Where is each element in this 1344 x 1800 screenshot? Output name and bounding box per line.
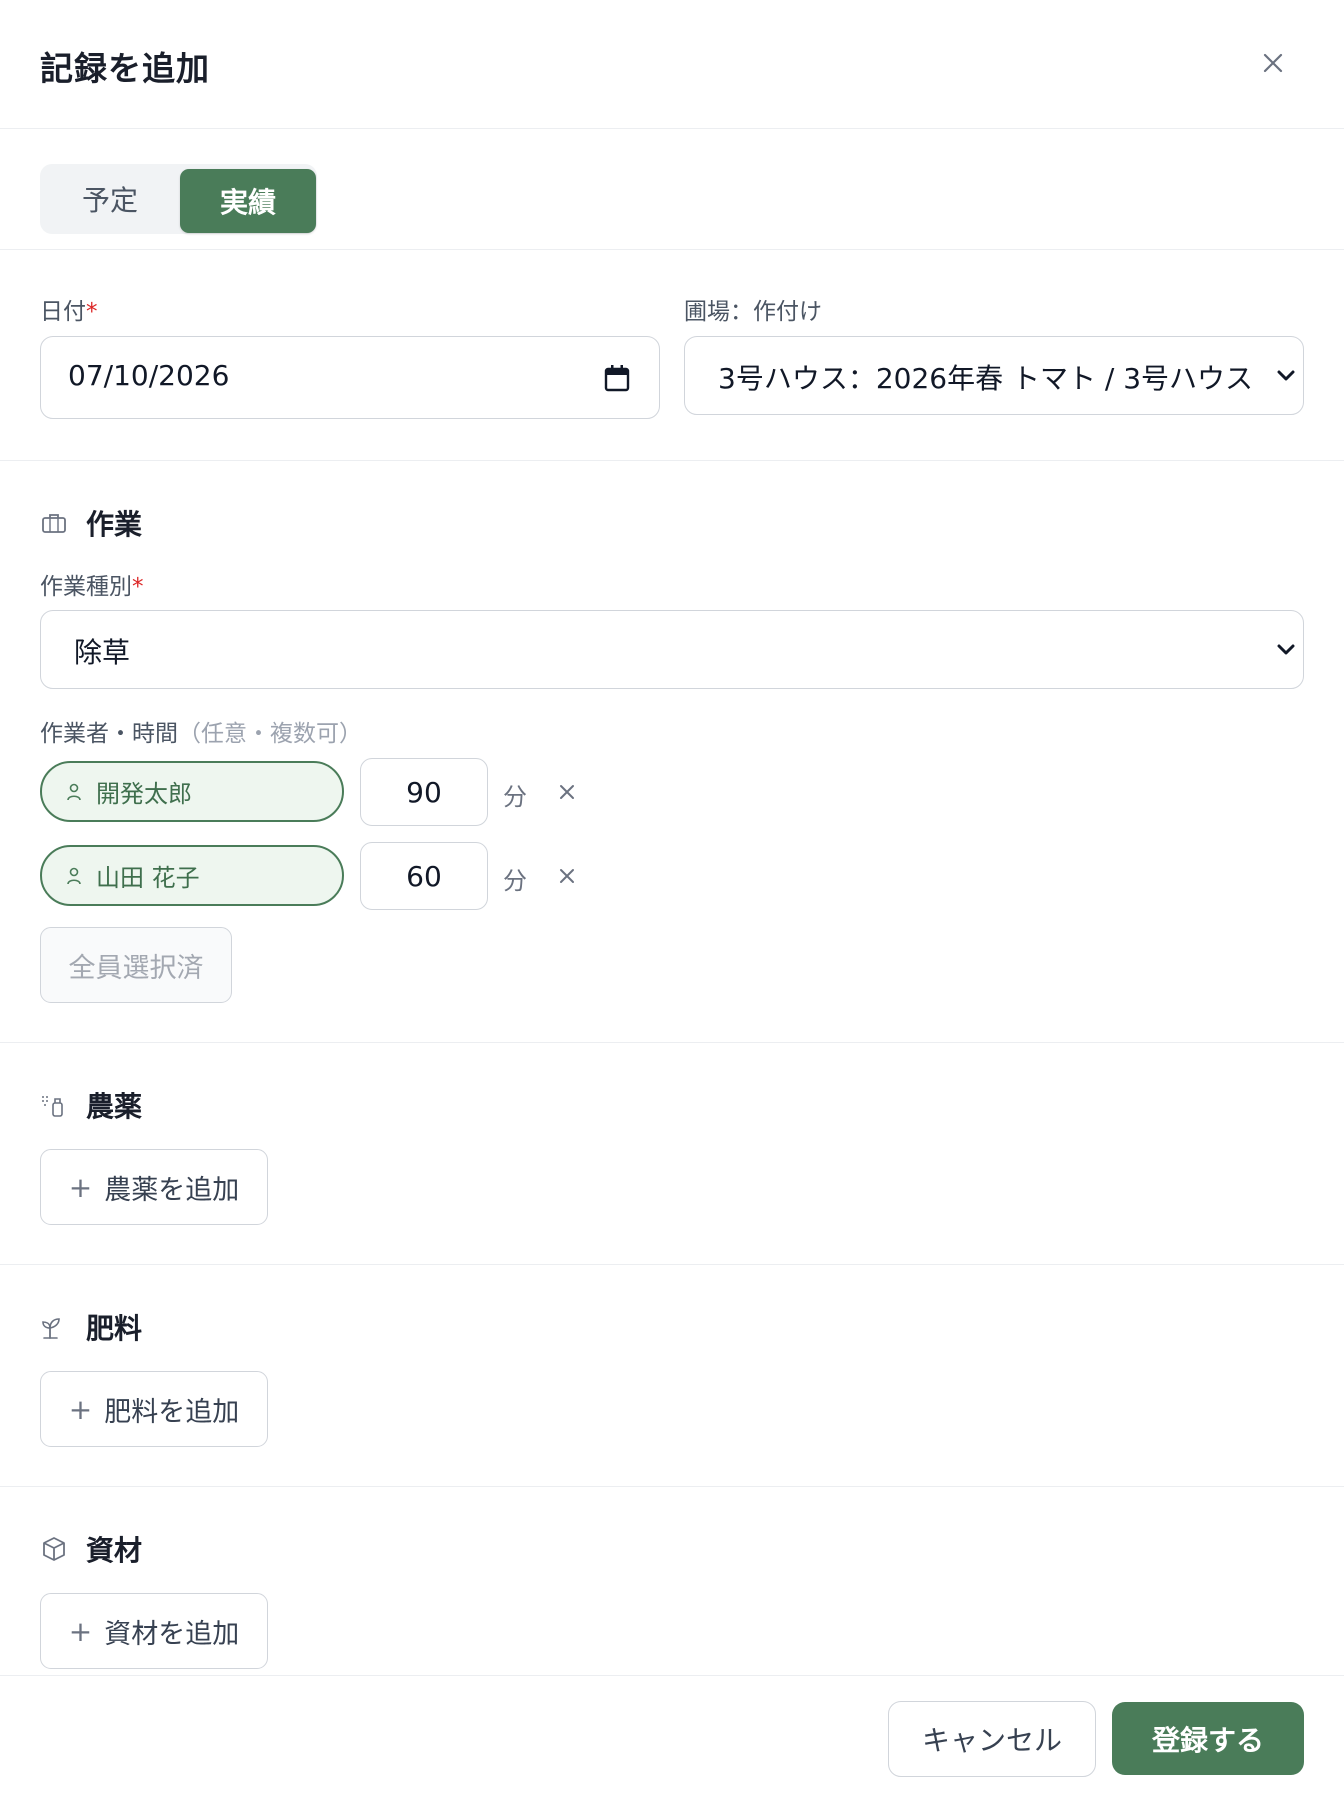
worker-chip[interactable]: 山田 花子 xyxy=(40,845,344,906)
dialog-title: 記録を追加 xyxy=(40,49,210,88)
plot-select[interactable]: 3号ハウス：2026年春 トマト / 3号ハウス xyxy=(684,336,1304,415)
toggle-actual[interactable]: 実績 xyxy=(180,169,316,233)
plot-label: 圃場：作付け xyxy=(684,299,822,325)
work-header: 作業 xyxy=(40,503,142,543)
add-fertilizer-button[interactable]: + 肥料を追加 xyxy=(40,1371,268,1447)
fertilizer-section: 肥料 + 肥料を追加 xyxy=(0,1265,1344,1487)
materials-title: 資材 xyxy=(86,1534,143,1567)
toggle-plan[interactable]: 予定 xyxy=(40,164,180,234)
plus-icon: + xyxy=(68,1170,93,1204)
mode-toggle-section: 予定 実績 xyxy=(0,129,1344,250)
close-icon xyxy=(560,869,574,883)
close-icon xyxy=(560,785,574,799)
minutes-input[interactable]: 90 xyxy=(360,758,488,826)
fertilizer-header: 肥料 xyxy=(40,1307,142,1347)
dialog-header: 記録を追加 xyxy=(0,0,1344,129)
date-plot-section: 日付* 07/10/2026 圃場：作付け 3号ハウス：2026年春 トマト /… xyxy=(0,250,1344,461)
user-icon xyxy=(67,867,81,884)
worker-name: 開発太郎 xyxy=(96,780,192,808)
package-icon xyxy=(40,1535,68,1563)
add-materials-label: 資材を追加 xyxy=(104,1618,240,1650)
work-type-select[interactable]: 除草 xyxy=(40,610,1304,689)
plus-icon: + xyxy=(68,1614,93,1648)
date-label: 日付* xyxy=(40,292,98,326)
plot-value: 3号ハウス：2026年春 トマト / 3号ハウス xyxy=(718,362,1254,395)
worker-name: 山田 花子 xyxy=(96,864,200,892)
work-title: 作業 xyxy=(86,508,143,541)
work-section: 作業 作業種別* 除草 作業者・時間（任意・複数可） 開発太郎 90 分 山田 … xyxy=(0,461,1344,1043)
pesticide-section: 農薬 + 農薬を追加 xyxy=(0,1043,1344,1265)
mode-toggle: 予定 実績 xyxy=(40,164,317,234)
all-selected-button: 全員選択済 xyxy=(40,927,232,1003)
pesticide-header: 農薬 xyxy=(40,1085,142,1125)
materials-section: 資材 + 資材を追加 xyxy=(0,1487,1344,1675)
remove-worker-button[interactable] xyxy=(554,863,580,889)
minutes-unit: 分 xyxy=(503,783,527,811)
minutes-unit: 分 xyxy=(503,867,527,895)
workers-hint: （任意・複数可） xyxy=(178,721,362,747)
remove-worker-button[interactable] xyxy=(554,779,580,805)
required-mark: * xyxy=(86,299,98,325)
close-icon xyxy=(1263,53,1283,73)
close-button[interactable] xyxy=(1256,46,1290,80)
briefcase-icon xyxy=(40,509,68,537)
workers-label-text: 作業者・時間 xyxy=(40,721,178,747)
chevron-down-icon xyxy=(1277,644,1295,655)
work-type-label-text: 作業種別 xyxy=(40,574,132,600)
add-materials-button[interactable]: + 資材を追加 xyxy=(40,1593,268,1669)
work-type-label: 作業種別* xyxy=(40,567,144,601)
chevron-down-icon xyxy=(1277,370,1295,381)
add-pesticide-button[interactable]: + 農薬を追加 xyxy=(40,1149,268,1225)
date-value: 07/10/2026 xyxy=(68,359,230,392)
required-mark: * xyxy=(132,574,144,600)
workers-label: 作業者・時間（任意・複数可） xyxy=(40,714,362,748)
add-pesticide-label: 農薬を追加 xyxy=(104,1174,240,1206)
plus-icon: + xyxy=(68,1392,93,1426)
date-label-text: 日付 xyxy=(40,299,86,325)
materials-header: 資材 xyxy=(40,1529,142,1569)
add-record-dialog: 記録を追加 予定 実績 日付* 07/10/2026 圃場：作付け 3号ハウス：… xyxy=(0,0,1344,1800)
sprout-icon xyxy=(40,1313,68,1341)
dialog-footer: キャンセル 登録する xyxy=(0,1675,1344,1800)
minutes-input[interactable]: 60 xyxy=(360,842,488,910)
add-fertilizer-label: 肥料を追加 xyxy=(104,1396,240,1428)
worker-chip[interactable]: 開発太郎 xyxy=(40,761,344,822)
cancel-button[interactable]: キャンセル xyxy=(888,1701,1096,1777)
submit-button[interactable]: 登録する xyxy=(1112,1702,1304,1775)
date-input[interactable]: 07/10/2026 xyxy=(40,336,660,419)
work-type-value: 除草 xyxy=(74,636,131,669)
user-icon xyxy=(67,783,81,800)
spray-bottle-icon xyxy=(40,1091,68,1119)
pesticide-title: 農薬 xyxy=(86,1090,143,1123)
calendar-icon xyxy=(604,365,630,392)
fertilizer-title: 肥料 xyxy=(86,1312,143,1345)
